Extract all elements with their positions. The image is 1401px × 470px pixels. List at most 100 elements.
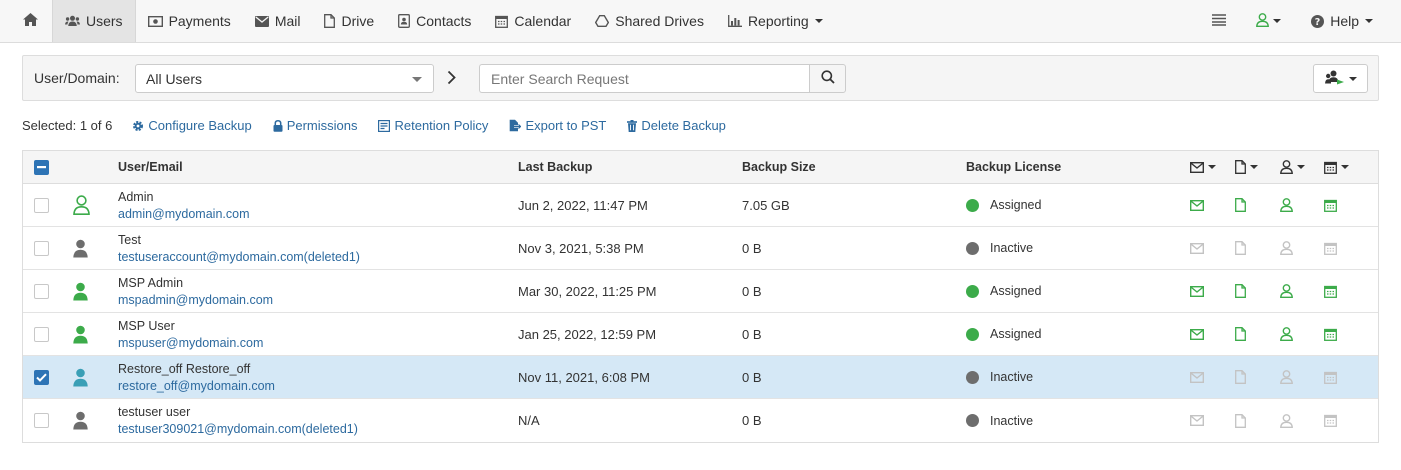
user-name: MSP Admin (118, 275, 184, 290)
user-email[interactable]: testuser309021@mydomain.com(deleted1) (118, 421, 358, 437)
export-pst-link[interactable]: Export to PST (509, 118, 606, 133)
mail-filter-dropdown[interactable] (1190, 161, 1216, 173)
drive-service-icon[interactable] (1235, 356, 1246, 398)
contacts-filter-dropdown[interactable] (1280, 160, 1305, 174)
nav-mail-label: Mail (274, 13, 301, 29)
select-all-checkbox[interactable] (34, 159, 49, 175)
table-row[interactable]: Restore_off Restore_off restore_off@mydo… (23, 356, 1378, 399)
license-status: Assigned (990, 198, 1042, 212)
nav-contacts[interactable]: Contacts (386, 0, 483, 42)
table-row[interactable]: Admin admin@mydomain.com Jun 2, 2022, 11… (23, 184, 1378, 227)
home-link[interactable] (0, 0, 52, 42)
nav-calendar[interactable]: Calendar (483, 0, 583, 42)
backup-license: Assigned (966, 313, 1041, 355)
table-row[interactable]: MSP Admin mspadmin@mydomain.com Mar 30, … (23, 270, 1378, 313)
drive-service-icon[interactable] (1235, 184, 1246, 226)
calendar-icon (1324, 371, 1337, 384)
calendar-service-icon[interactable] (1324, 399, 1337, 442)
table-row[interactable]: testuser user testuser309021@mydomain.co… (23, 399, 1378, 442)
last-backup: Jun 2, 2022, 11:47 PM (518, 197, 648, 213)
contacts-service-icon[interactable] (1280, 399, 1293, 442)
envelope-icon (1190, 285, 1204, 297)
delete-backup-link[interactable]: Delete Backup (627, 118, 726, 133)
nav-payments[interactable]: Payments (136, 0, 243, 42)
calendar-service-icon[interactable] (1324, 313, 1337, 355)
backup-license: Inactive (966, 356, 1033, 398)
list-view-button[interactable] (1212, 0, 1248, 42)
backup-license: Assigned (966, 184, 1041, 226)
file-icon (1235, 413, 1246, 428)
user-email[interactable]: admin@mydomain.com (118, 206, 249, 222)
configure-backup-link[interactable]: Configure Backup (132, 118, 252, 133)
search-button[interactable] (809, 64, 846, 93)
chevron-right-icon[interactable] (447, 70, 456, 88)
contacts-service-icon[interactable] (1280, 313, 1293, 355)
nav-reporting[interactable]: Reporting (716, 0, 835, 42)
drive-service-icon[interactable] (1235, 270, 1246, 312)
domain-select[interactable]: All Users (135, 64, 434, 93)
file-icon (1235, 160, 1246, 174)
user-icon (1280, 284, 1293, 298)
table-row[interactable]: MSP User mspuser@mydomain.com Jan 25, 20… (23, 313, 1378, 356)
file-icon (1235, 241, 1246, 255)
calendar-service-icon[interactable] (1324, 356, 1337, 398)
chevron-down-icon (1348, 76, 1357, 81)
user-groups-button[interactable] (1313, 64, 1368, 93)
user-email[interactable]: restore_off@mydomain.com (118, 378, 275, 394)
top-navbar: Users Payments Mail Drive Contacts Calen… (0, 0, 1401, 43)
row-checkbox[interactable] (34, 413, 49, 428)
drive-filter-dropdown[interactable] (1235, 160, 1258, 174)
calendar-icon (1324, 414, 1337, 427)
drive-service-icon[interactable] (1235, 399, 1246, 442)
mail-service-icon[interactable] (1190, 313, 1204, 355)
contacts-service-icon[interactable] (1280, 184, 1293, 226)
search-input[interactable]: Enter Search Request (479, 64, 810, 93)
mail-service-icon[interactable] (1190, 399, 1204, 442)
calendar-service-icon[interactable] (1324, 227, 1337, 269)
contacts-service-icon[interactable] (1280, 227, 1293, 269)
nav-drive[interactable]: Drive (312, 0, 386, 42)
row-checkbox[interactable] (34, 283, 49, 299)
account-menu[interactable] (1248, 0, 1301, 42)
user-email[interactable]: mspadmin@mydomain.com (118, 292, 273, 308)
mail-service-icon[interactable] (1190, 356, 1204, 398)
bulk-actions-bar: Selected: 1 of 6 Configure Backup Permis… (22, 118, 747, 133)
row-checkbox[interactable] (34, 326, 49, 342)
user-email[interactable]: testuseraccount@mydomain.com(deleted1) (118, 249, 360, 265)
permissions-link[interactable]: Permissions (273, 118, 357, 133)
nav-mail[interactable]: Mail (243, 0, 313, 42)
row-checkbox[interactable] (34, 369, 49, 385)
user-email[interactable]: mspuser@mydomain.com (118, 335, 263, 351)
row-checkbox[interactable] (34, 240, 49, 256)
retention-policy-link[interactable]: Retention Policy (378, 118, 488, 133)
help-menu[interactable]: ? Help (1301, 0, 1383, 42)
calendar-service-icon[interactable] (1324, 184, 1337, 226)
mail-service-icon[interactable] (1190, 227, 1204, 269)
nav-payments-label: Payments (168, 13, 231, 29)
license-status: Inactive (990, 370, 1034, 384)
column-header-user[interactable]: User/Email (118, 151, 183, 183)
mail-service-icon[interactable] (1190, 184, 1204, 226)
user-icon (73, 239, 88, 257)
drive-service-icon[interactable] (1235, 313, 1246, 355)
column-header-backup-size[interactable]: Backup Size (742, 151, 816, 183)
calendar-filter-dropdown[interactable] (1324, 161, 1349, 174)
nav-shared-drives[interactable]: Shared Drives (583, 0, 716, 42)
mail-service-icon[interactable] (1190, 270, 1204, 312)
last-backup: Jan 25, 2022, 12:59 PM (518, 326, 657, 342)
user-icon (1280, 160, 1293, 174)
license-status: Inactive (990, 241, 1034, 255)
drive-service-icon[interactable] (1235, 227, 1246, 269)
chevron-down-icon (814, 19, 823, 23)
column-header-backup-license[interactable]: Backup License (966, 151, 1061, 183)
user-icon (1280, 370, 1293, 384)
contacts-service-icon[interactable] (1280, 356, 1293, 398)
file-export-icon (509, 119, 522, 132)
calendar-service-icon[interactable] (1324, 270, 1337, 312)
user-name: testuser user (118, 405, 191, 419)
contacts-service-icon[interactable] (1280, 270, 1293, 312)
column-header-last-backup[interactable]: Last Backup (518, 151, 592, 183)
table-row[interactable]: Test testuseraccount@mydomain.com(delete… (23, 227, 1378, 270)
nav-users[interactable]: Users (52, 0, 136, 42)
row-checkbox[interactable] (34, 197, 49, 213)
